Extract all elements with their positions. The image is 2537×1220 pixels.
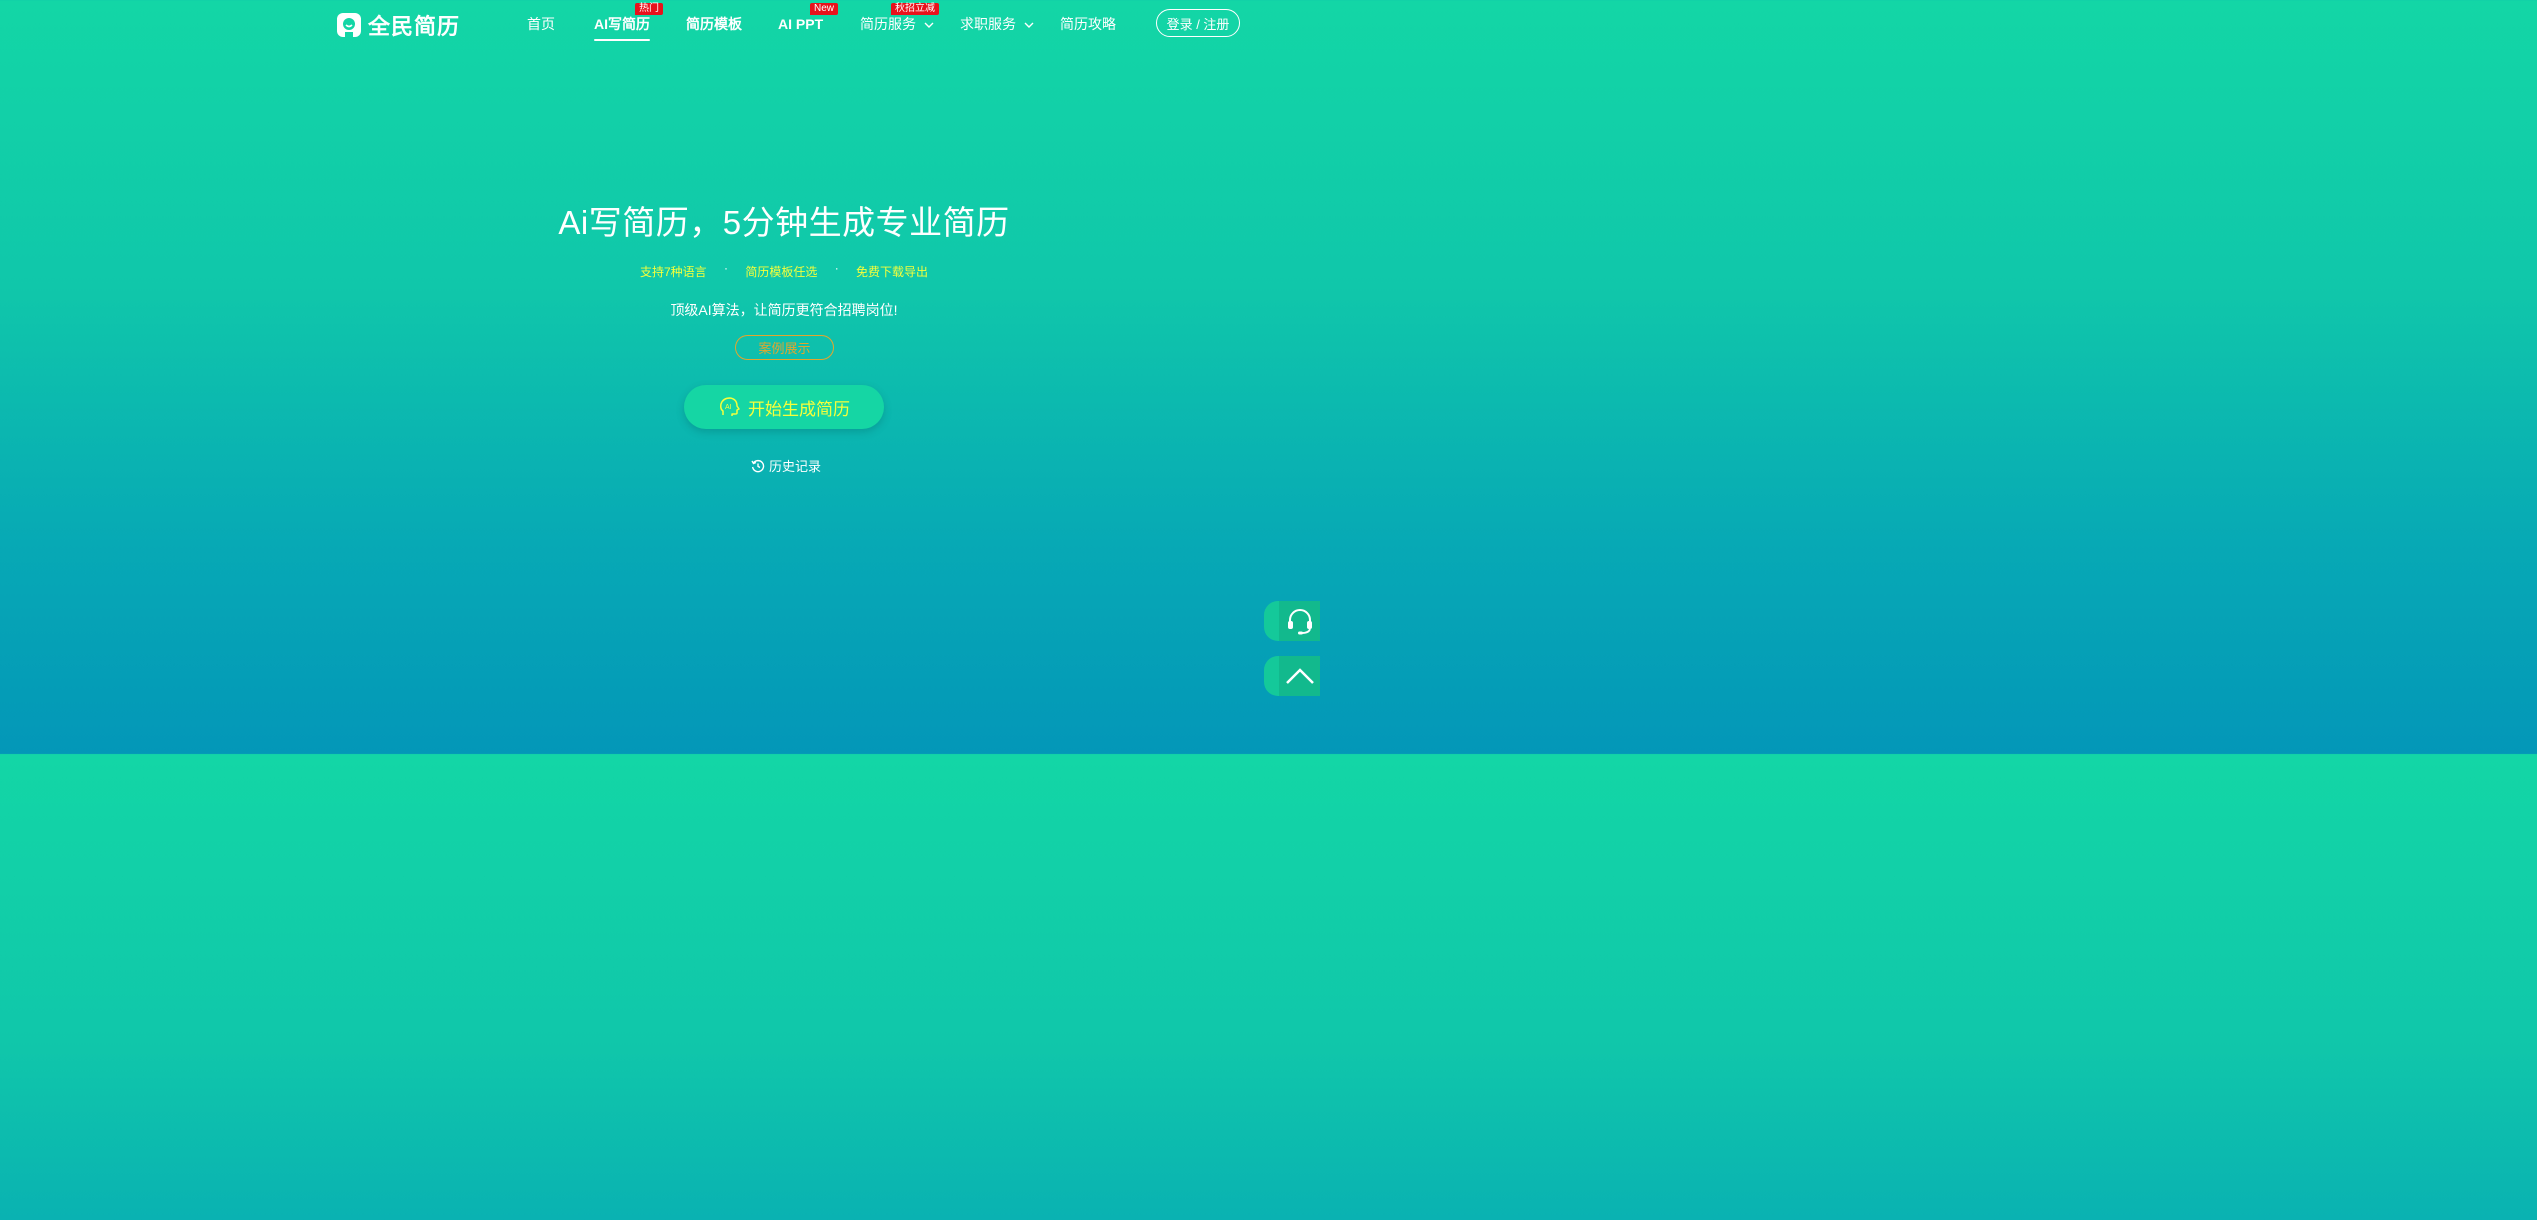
feature-separator: · <box>834 261 839 275</box>
history-label: 历史记录 <box>769 459 822 474</box>
nav-item-job-services[interactable]: 求职服务 <box>960 15 1034 33</box>
customer-support-button[interactable] <box>1264 601 1320 641</box>
history-icon <box>751 459 765 472</box>
back-to-top-button[interactable] <box>1264 656 1320 696</box>
nav-item-home[interactable]: 首页 <box>527 15 555 33</box>
chevron-down-icon <box>1024 22 1034 29</box>
login-register-button[interactable]: 登录 / 注册 <box>1156 9 1240 37</box>
logo-text: 全民简历 <box>368 14 461 39</box>
start-generate-resume-button[interactable]: AI 开始生成简历 <box>684 385 884 429</box>
feature-item: 支持7种语言 <box>639 265 707 279</box>
nav-label: 首页 <box>527 16 555 32</box>
nav-item-resume-templates[interactable]: 简历模板 <box>686 15 742 33</box>
nav-item-resume-services[interactable]: 简历服务 秋招立减 <box>860 3 939 33</box>
new-badge: New <box>810 3 839 15</box>
headset-icon <box>1287 609 1312 635</box>
svg-text:AI: AI <box>725 404 732 411</box>
float-box <box>1279 656 1320 696</box>
feature-item: 简历模板任选 <box>745 265 818 279</box>
feature-list: 支持7种语言 · 简历模板任选 · 免费下载导出 <box>0 261 1568 280</box>
nav-item-ai-ppt[interactable]: AI PPT New <box>778 3 839 33</box>
nav-label: 简历模板 <box>686 16 742 32</box>
nav-label: AI写简历 <box>594 16 650 32</box>
top-navigation-bar: 全民简历 首页 AI写简历 热门 简历模板 AI PPT New 简历服务 秋招… <box>0 0 1568 48</box>
nav-label: 简历服务 <box>860 16 916 32</box>
feature-item: 免费下载导出 <box>856 265 929 279</box>
nav-label: AI PPT <box>778 16 824 32</box>
nav-label: 求职服务 <box>960 16 1016 32</box>
nav-item-resume-guide[interactable]: 简历攻略 <box>1060 15 1116 33</box>
hot-badge: 热门 <box>635 3 663 15</box>
site-logo[interactable]: 全民简历 <box>336 9 460 41</box>
promo-badge: 秋招立减 <box>891 3 939 15</box>
feature-separator: · <box>723 261 728 275</box>
history-link[interactable]: 历史记录 <box>751 456 821 475</box>
nav-item-ai-resume[interactable]: AI写简历 热门 <box>594 3 663 41</box>
start-button-label: 开始生成简历 <box>748 399 850 419</box>
hero-title: Ai写简历，5分钟生成专业简历 <box>558 204 1010 241</box>
nav-label: 简历攻略 <box>1060 16 1116 32</box>
hero-subtitle: 顶级AI算法，让简历更符合招聘岗位! <box>670 302 898 318</box>
logo-icon <box>337 13 361 37</box>
chevron-down-icon <box>924 22 934 29</box>
case-showcase-button[interactable]: 案例展示 <box>735 335 834 360</box>
active-tab-underline <box>594 39 650 41</box>
ai-head-icon: AI <box>720 397 740 416</box>
float-box <box>1279 601 1320 641</box>
chevron-up-icon <box>1285 668 1314 684</box>
